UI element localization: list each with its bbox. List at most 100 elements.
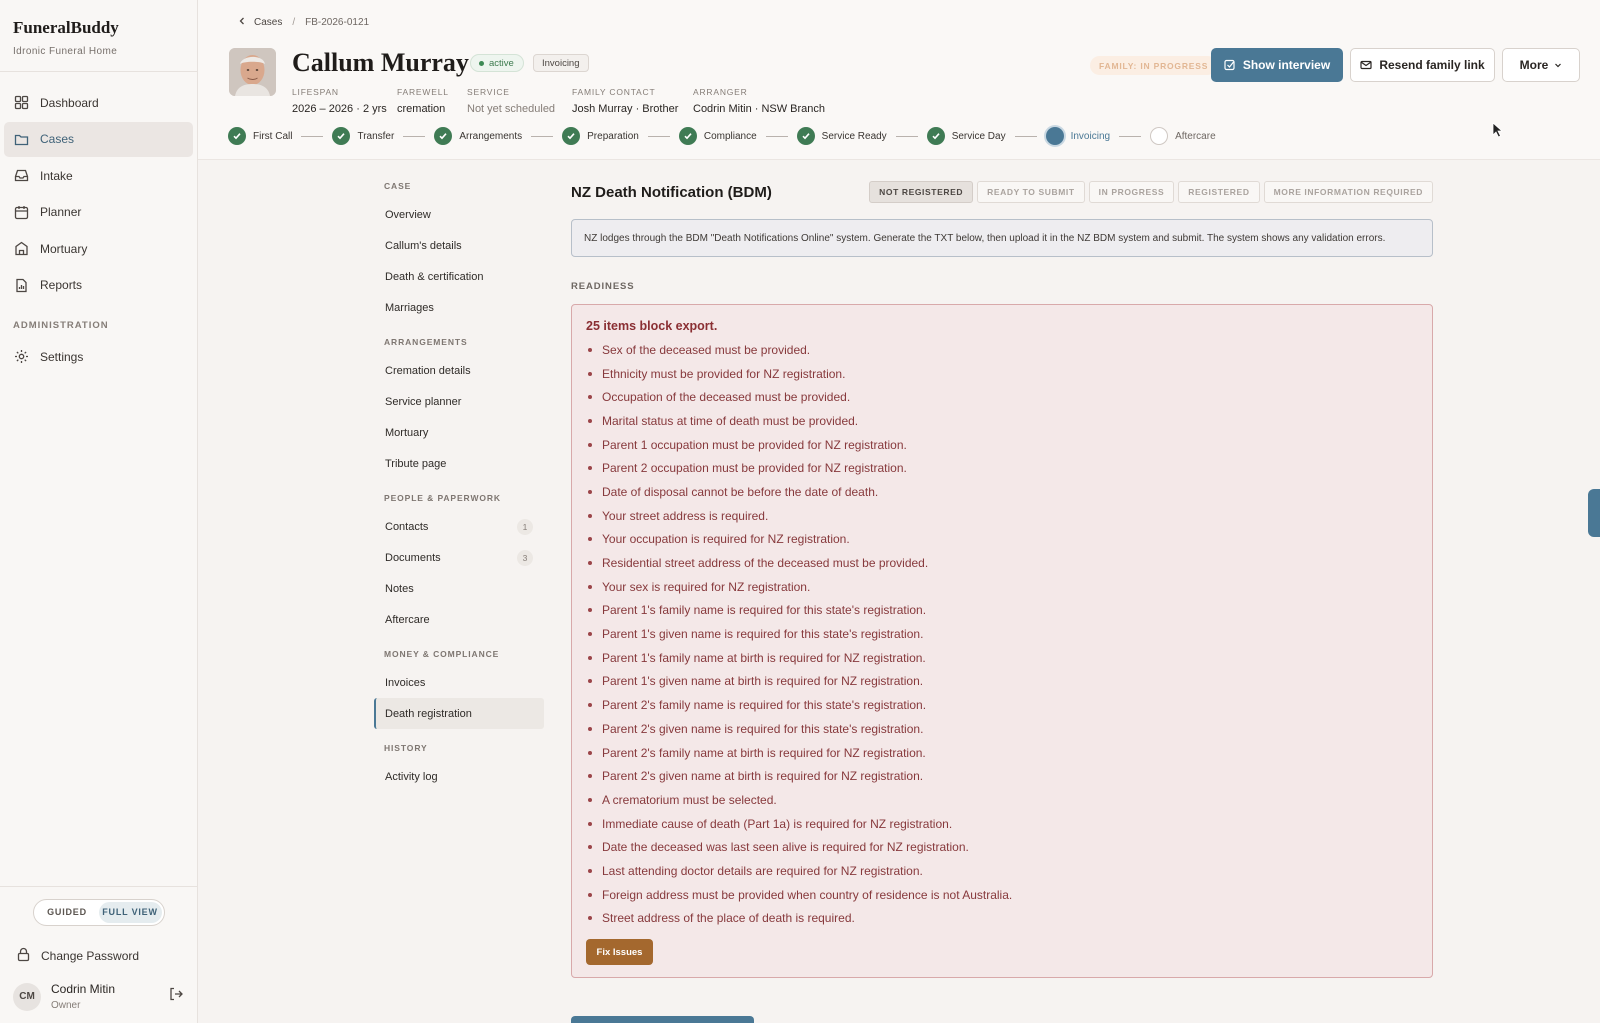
blockers-title: 25 items block export. [586, 319, 718, 333]
show-interview-button[interactable]: Show interview [1211, 48, 1343, 82]
meta-arranger: ARRANGER Codrin Mitin · NSW Branch [693, 87, 825, 115]
case-nav-label: Aftercare [385, 613, 430, 626]
brand-name[interactable]: FuneralBuddy [13, 18, 184, 38]
status-more-info-required[interactable]: MORE INFORMATION REQUIRED [1263, 181, 1433, 203]
step-connector [531, 135, 554, 137]
meta-service: SERVICE Not yet scheduled [467, 87, 555, 115]
app-root: FuneralBuddy Idronic Funeral Home Dashbo… [0, 0, 1600, 1023]
breadcrumb-cases[interactable]: Cases [254, 17, 282, 28]
case-nav-documents[interactable]: Documents 3 [374, 542, 544, 573]
readiness-heading: READINESS [571, 281, 635, 292]
blocker-item: Parent 1's given name at birth is requir… [586, 670, 1418, 694]
generate-export-button[interactable] [571, 1016, 754, 1023]
deceased-name: Callum Murray [292, 48, 469, 77]
blocker-item: Parent 1's family name at birth is requi… [586, 646, 1418, 670]
case-nav-activity-log[interactable]: Activity log [374, 761, 544, 792]
status-ready-to-submit[interactable]: READY TO SUBMIT [977, 181, 1085, 203]
case-nav-label: Documents [385, 551, 441, 564]
meta-key: FAMILY CONTACT [572, 87, 656, 97]
step-preparation[interactable]: Preparation [562, 127, 639, 145]
case-nav-label: Activity log [385, 770, 438, 783]
case-nav-marriages[interactable]: Marriages [374, 292, 544, 323]
step-invoicing[interactable]: Invoicing [1045, 127, 1110, 145]
view-mode-toggle[interactable]: GUIDED FULL VIEW [32, 899, 165, 926]
check-icon [434, 127, 453, 145]
breadcrumb-separator: / [292, 17, 296, 28]
step-label: Transfer [357, 130, 395, 142]
step-transfer[interactable]: Transfer [332, 127, 394, 145]
case-nav-mortuary[interactable]: Mortuary [374, 417, 544, 448]
status-not-registered[interactable]: NOT REGISTERED [869, 181, 974, 203]
inbox-icon [14, 168, 29, 183]
case-nav-label: Mortuary [385, 426, 429, 439]
nav-item-mortuary[interactable]: Mortuary [4, 231, 193, 266]
nav-item-planner[interactable]: Planner [4, 195, 193, 230]
status-in-progress[interactable]: IN PROGRESS [1088, 181, 1175, 203]
deceased-photo [229, 48, 276, 96]
check-icon [678, 127, 697, 145]
case-nav-notes[interactable]: Notes [374, 573, 544, 604]
case-nav-label: Marriages [385, 301, 434, 314]
case-nav-deceased-details[interactable]: Callum's details [374, 230, 544, 261]
brand-org: Idronic Funeral Home [13, 46, 118, 57]
blocker-item: Parent 1 occupation must be provided for… [586, 433, 1418, 457]
step-label: Service Day [951, 130, 1006, 142]
nav-item-settings[interactable]: Settings [4, 339, 193, 374]
fix-issues-button[interactable]: Fix Issues [586, 939, 653, 966]
meta-value[interactable]: Josh Murray · Brother [572, 103, 678, 115]
more-menu-button[interactable]: More [1502, 48, 1580, 82]
case-nav-contacts[interactable]: Contacts 1 [374, 511, 544, 542]
case-nav-section-case: CASE [384, 181, 412, 191]
step-compliance[interactable]: Compliance [678, 127, 757, 145]
nav-item-reports[interactable]: Reports [4, 268, 193, 303]
case-nav-overview[interactable]: Overview [374, 199, 544, 230]
brand: FuneralBuddy Idronic Funeral Home [0, 0, 197, 72]
step-service-day[interactable]: Service Day [926, 127, 1006, 145]
step-first-call[interactable]: First Call [228, 127, 292, 145]
status-registered[interactable]: REGISTERED [1178, 181, 1260, 203]
view-guided-option[interactable]: GUIDED [36, 902, 99, 923]
step-label: Aftercare [1175, 130, 1216, 142]
blocker-item: Your sex is required for NZ registration… [586, 575, 1418, 599]
nav-item-dashboard[interactable]: Dashboard [4, 85, 193, 120]
case-nav-invoices[interactable]: Invoices [374, 667, 544, 698]
case-nav-cremation-details[interactable]: Cremation details [374, 355, 544, 386]
chevron-left-icon[interactable] [238, 17, 246, 28]
change-password-link[interactable]: Change Password [0, 940, 197, 972]
resend-family-link-button[interactable]: Resend family link [1350, 48, 1495, 82]
case-nav-service-planner[interactable]: Service planner [374, 386, 544, 417]
blocker-item: Date the deceased was last seen alive is… [586, 835, 1418, 859]
blocker-item: Street address of the place of death is … [586, 907, 1418, 931]
case-nav-death-certification[interactable]: Death & certification [374, 261, 544, 292]
step-connector [1014, 135, 1037, 137]
blocker-item: Parent 2's given name is required for th… [586, 717, 1418, 741]
check-icon [796, 127, 815, 145]
case-nav-tribute-page[interactable]: Tribute page [374, 448, 544, 479]
step-label: First Call [253, 130, 293, 142]
blocker-item: Residential street address of the deceas… [586, 551, 1418, 575]
step-aftercare[interactable]: Aftercare [1150, 127, 1216, 145]
user-avatar[interactable]: CM [13, 982, 41, 1011]
case-nav-aftercare[interactable]: Aftercare [374, 604, 544, 635]
user-profile: CM Codrin Mitin Owner [0, 972, 197, 1023]
step-label: Arrangements [459, 130, 523, 142]
nav-label: Intake [40, 168, 73, 183]
step-connector [647, 135, 670, 137]
nav-label: Settings [40, 349, 84, 364]
meta-value: cremation [397, 103, 446, 115]
nav-item-cases[interactable]: Cases [4, 121, 193, 157]
nav-item-intake[interactable]: Intake [4, 158, 193, 193]
step-connector [895, 135, 918, 137]
step-label: Compliance [703, 130, 757, 142]
logout-icon[interactable] [168, 986, 184, 1007]
step-arrangements[interactable]: Arrangements [434, 127, 522, 145]
mouse-cursor-icon [1492, 122, 1504, 143]
step-label: Preparation [587, 130, 639, 142]
step-label: Service Ready [821, 130, 887, 142]
nav-label: Mortuary [40, 241, 88, 256]
view-full-option[interactable]: FULL VIEW [98, 902, 162, 923]
case-nav-death-registration[interactable]: Death registration [374, 698, 544, 729]
gear-icon [14, 349, 29, 364]
step-service-ready[interactable]: Service Ready [796, 127, 887, 145]
side-panel-handle[interactable] [1588, 489, 1600, 537]
